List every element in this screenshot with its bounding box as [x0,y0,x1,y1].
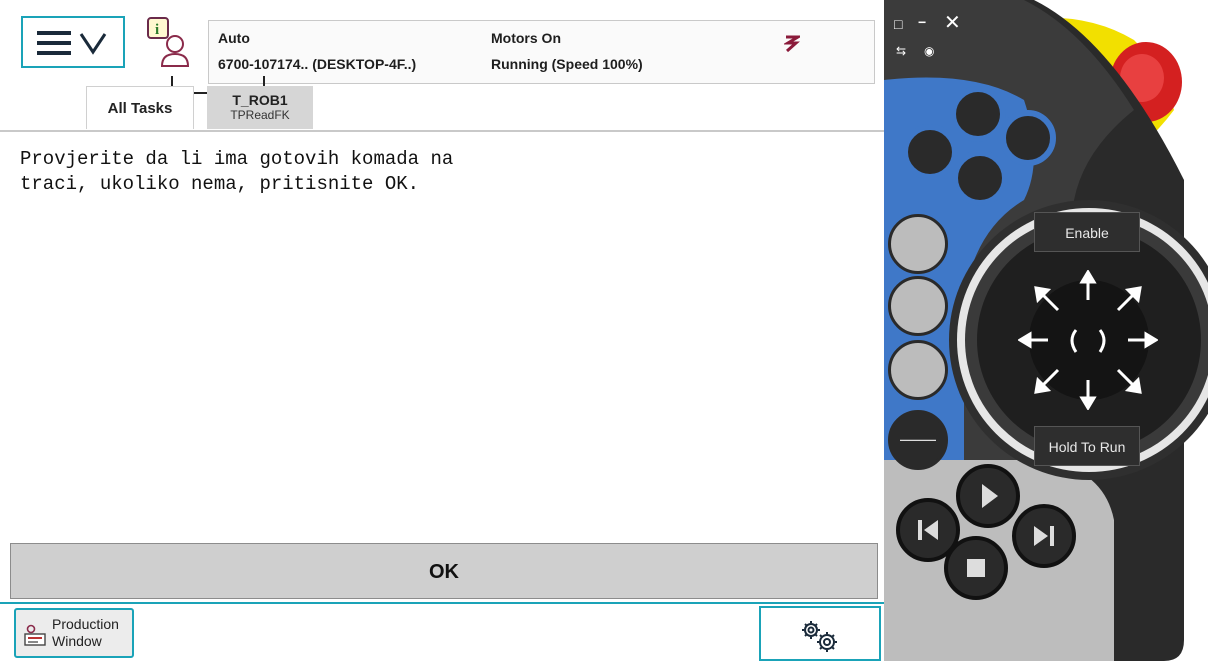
flexpendant-screen: i Auto 6700-107174.. (DESKTOP-4F..) Moto… [0,0,884,661]
operator-message: Provjerite da li ima gotovih komada na t… [20,147,860,197]
step-forward-button[interactable] [1012,504,1076,568]
enable-button[interactable]: Enable [1034,212,1140,252]
program-state: Running (Speed 100%) [491,56,643,72]
top-bar: i Auto 6700-107174.. (DESKTOP-4F..) Moto… [0,10,884,94]
tab-t-rob1[interactable]: T_ROB1 TPReadFK [207,86,313,129]
window-close-icon[interactable]: ✕ [944,10,961,35]
swap-icon[interactable]: ⇆ [896,44,906,58]
production-window-label-2: Window [52,633,102,649]
start-button[interactable] [956,464,1020,528]
flexpendant-device: □ − ✕ ⇆ ◉ —— Enable Hold To Run [884,0,1208,661]
ok-button[interactable]: OK [10,543,878,599]
programmable-key-1[interactable] [950,86,1006,142]
step-forward-icon [1034,526,1054,546]
camera-icon[interactable]: ◉ [924,44,934,58]
operating-mode: Auto [218,30,250,46]
motors-state: Motors On [491,30,561,46]
joystick[interactable] [1018,270,1158,410]
message-line-2: traci, ukoliko nema, pritisnite OK. [20,173,420,195]
stop-icon [967,559,985,577]
motion-mode-button[interactable] [888,276,948,336]
window-minimize-icon[interactable]: − [918,14,926,30]
quickset-button[interactable] [759,606,881,661]
menu-icon [37,31,107,55]
main-menu-button[interactable] [21,16,125,68]
status-bar: Auto 6700-107174.. (DESKTOP-4F..) Motors… [208,20,875,84]
mechanical-unit-button[interactable] [888,214,948,274]
production-window-label-1: Production [52,616,119,632]
event-log-icon: i [147,17,190,67]
svg-text:i: i [155,22,159,38]
task-module: TPReadFK [230,108,290,122]
production-window-button[interactable]: Production Window [14,608,134,658]
task-tabs: All Tasks T_ROB1 TPReadFK [0,86,884,130]
tab-all-tasks[interactable]: All Tasks [86,86,194,129]
taskbar-divider [0,602,884,604]
more-button[interactable]: —— [888,410,948,470]
hold-to-run-button[interactable]: Hold To Run [1034,426,1140,466]
increment-button[interactable] [888,340,948,400]
tab-divider [0,130,884,132]
task-name: T_ROB1 [232,92,288,108]
message-line-1: Provjerite da li ima gotovih komada na [20,148,454,170]
production-window-icon [24,624,46,646]
programmable-key-3[interactable] [1000,110,1056,166]
settings-gears-icon [802,621,837,652]
programmable-key-4[interactable] [952,150,1008,206]
play-icon [982,484,998,508]
window-restore-icon[interactable]: □ [894,16,902,32]
stop-button[interactable] [944,536,1008,600]
robot-icon [784,35,800,53]
controller-name: 6700-107174.. (DESKTOP-4F..) [218,56,417,72]
event-log-button[interactable]: i [142,16,200,68]
programmable-key-2[interactable] [902,124,958,180]
chevron-down-icon [79,33,107,55]
